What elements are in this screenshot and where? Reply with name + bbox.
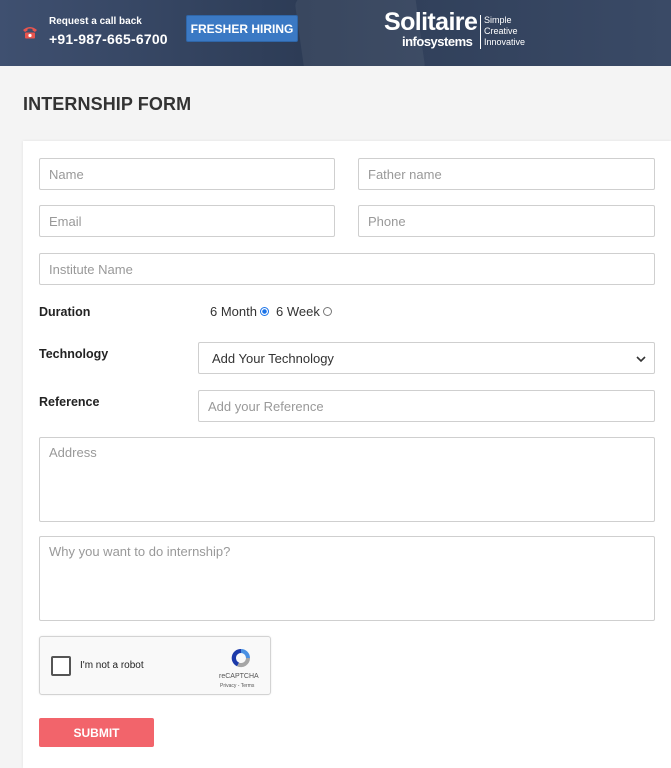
technology-select[interactable]: Add Your Technology xyxy=(198,342,655,374)
phone-number-link[interactable]: +91-987-665-6700 xyxy=(49,31,168,47)
email-input[interactable] xyxy=(39,205,335,237)
logo-tag-innovative: Innovative xyxy=(484,37,526,47)
reference-input[interactable] xyxy=(198,390,655,422)
name-input[interactable] xyxy=(39,158,335,190)
address-textarea[interactable] xyxy=(39,437,655,522)
reference-label: Reference xyxy=(39,395,100,409)
technology-label: Technology xyxy=(39,347,109,361)
submit-button[interactable]: SUBMIT xyxy=(39,718,154,747)
duration-6-month-radio[interactable] xyxy=(259,307,269,316)
recaptcha-privacy-terms[interactable]: Privacy - Terms xyxy=(220,683,254,689)
page-title: INTERNSHIP FORM xyxy=(23,94,192,114)
phone-input[interactable] xyxy=(358,205,655,237)
phone-icon xyxy=(23,27,37,39)
institute-name-input[interactable] xyxy=(39,253,655,285)
chevron-down-icon xyxy=(636,356,646,363)
internship-reason-textarea[interactable] xyxy=(39,536,655,621)
logo-divider xyxy=(480,15,481,49)
logo-sub-text: infosystems xyxy=(402,34,473,49)
technology-select-value: Add Your Technology xyxy=(212,350,334,366)
recaptcha-label: I'm not a robot xyxy=(80,660,144,671)
duration-label: Duration xyxy=(39,305,91,319)
recaptcha-checkbox[interactable] xyxy=(51,656,71,676)
father-name-input[interactable] xyxy=(358,158,655,190)
fresher-hiring-button[interactable]: FRESHER HIRING xyxy=(186,15,298,42)
duration-option-6-week-label: 6 Week xyxy=(275,304,320,319)
recaptcha-widget: I'm not a robot reCAPTCHA Privacy - Term… xyxy=(39,636,271,695)
logo-tag-creative: Creative xyxy=(484,26,518,36)
recaptcha-brand: reCAPTCHA xyxy=(219,673,259,680)
call-back-label: Request a call back xyxy=(49,16,142,27)
duration-options: 6 Month 6 Week xyxy=(210,304,339,319)
recaptcha-icon xyxy=(231,648,251,668)
duration-option-6-month-label: 6 Month xyxy=(210,304,257,319)
logo-main-text: Solitaire xyxy=(384,8,478,36)
duration-6-week-radio[interactable] xyxy=(322,307,332,316)
site-header: Request a call back +91-987-665-6700 FRE… xyxy=(0,0,671,66)
company-logo[interactable]: Solitaire infosystems Simple Creative In… xyxy=(384,10,544,54)
logo-tag-simple: Simple xyxy=(484,15,512,25)
